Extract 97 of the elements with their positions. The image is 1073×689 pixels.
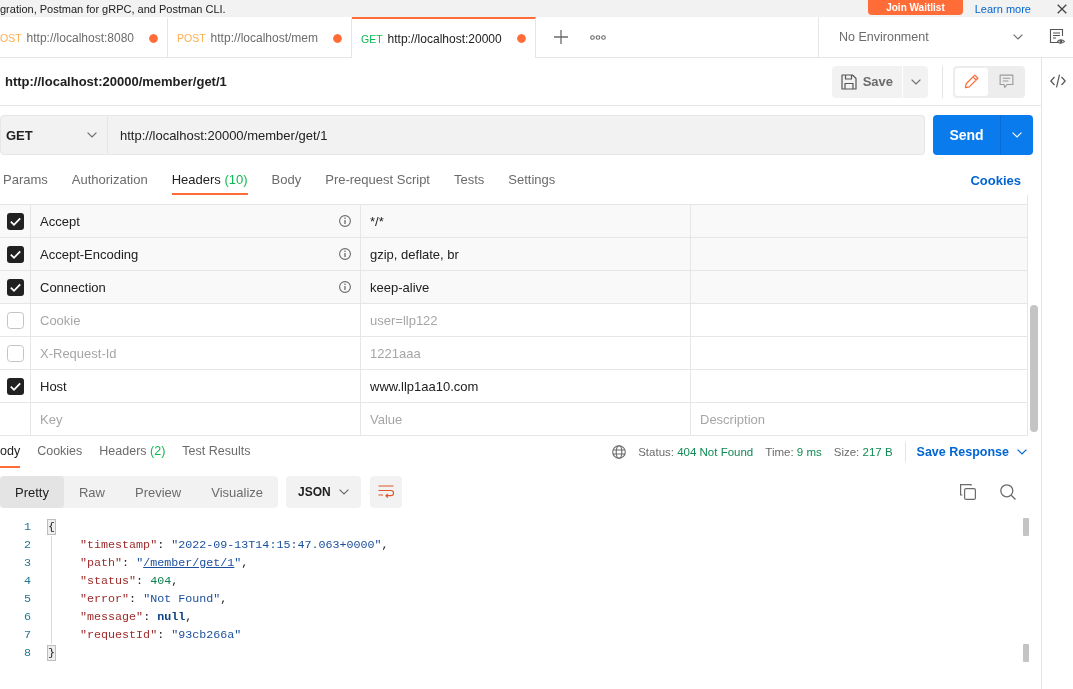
header-key: X-Request-Id (40, 345, 117, 361)
tab-url: http://localhost:20000 (387, 31, 502, 46)
line-number: 1 (23, 519, 31, 536)
request-tab[interactable]: GET http://localhost:20000 (352, 17, 536, 58)
url-field[interactable]: http://localhost:20000/member/get/1 (108, 115, 925, 155)
request-section-tab[interactable]: Tests (454, 165, 485, 195)
close-icon[interactable] (1057, 3, 1067, 14)
view-mode-tab[interactable]: Raw (63, 476, 120, 508)
header-value: www.llp1aa10.com (370, 378, 479, 394)
checkbox[interactable] (6, 278, 24, 296)
code-line: "status": 404, (80, 573, 179, 590)
request-section-tab[interactable]: Body (271, 165, 302, 195)
view-mode-tab[interactable]: Preview (120, 476, 197, 508)
header-key: Host (40, 378, 67, 394)
request-title: http://localhost:20000/member/get/1 (5, 74, 227, 89)
method-dropdown[interactable]: GET (0, 115, 108, 155)
code-line: "error": "Not Found", (80, 591, 228, 608)
code-line: "path": "/member/get/1", (80, 555, 249, 572)
more-icon[interactable] (589, 34, 606, 40)
code-line: "message": null, (80, 609, 193, 626)
learn-more-link[interactable]: Learn more (974, 2, 1031, 15)
time-text: Time: 9 ms (765, 446, 822, 458)
view-mode-tab[interactable]: Pretty (0, 476, 64, 508)
size-text: Size: 217 B (833, 446, 893, 458)
response-tab[interactable]: Headers (2) (99, 436, 166, 468)
save-response-button[interactable]: Save Response (916, 436, 1027, 468)
header-value: */* (370, 213, 384, 229)
chevron-down-icon (1017, 449, 1027, 455)
description-field[interactable]: Description (691, 403, 1027, 435)
line-number: 7 (23, 627, 31, 644)
chevron-down-icon (87, 132, 97, 138)
chevron-down-icon (339, 489, 350, 495)
response-tab[interactable]: Cookies (37, 436, 83, 468)
chevron-down-icon (1012, 132, 1022, 138)
wrap-lines-icon (378, 485, 395, 499)
save-button[interactable]: Save (831, 65, 902, 98)
scrollbar-thumb[interactable] (1023, 518, 1029, 536)
value-field[interactable]: Value (361, 403, 690, 435)
tab-url: http://localhost/mem (210, 31, 318, 45)
checkbox[interactable] (6, 377, 24, 395)
info-icon[interactable] (339, 281, 351, 293)
header-value: gzip, deflate, br (370, 246, 459, 262)
checkbox[interactable] (6, 311, 24, 329)
chevron-down-icon (1013, 34, 1023, 40)
request-section-tab[interactable]: Settings (508, 165, 556, 195)
method-label: GET (361, 32, 383, 45)
code-icon[interactable] (1049, 74, 1066, 88)
code-line: "timestamp": "2022-09-13T14:15:47.063+0000", (80, 537, 389, 554)
checkbox[interactable] (6, 212, 24, 230)
request-section-tab[interactable]: Params (3, 165, 48, 195)
request-tab[interactable]: OST http://localhost:8080 (0, 17, 168, 57)
scrollbar-thumb[interactable] (1023, 644, 1029, 662)
line-number: 5 (23, 591, 31, 608)
method-label: OST (0, 32, 22, 44)
scrollbar-thumb[interactable] (1030, 305, 1038, 432)
banner-text: gration, Postman for gRPC, and Postman CLI. (0, 2, 227, 15)
header-key: Cookie (40, 312, 81, 328)
code-line: "requestId": "93cb266a" (80, 627, 242, 644)
tab-url: http://localhost:8080 (26, 31, 134, 45)
header-value: user=llp122 (370, 312, 438, 328)
checkbox[interactable] (6, 245, 24, 263)
response-tab[interactable]: Test Results (182, 436, 251, 468)
copy-icon[interactable] (960, 484, 976, 500)
request-section-tab[interactable]: Authorization (71, 165, 148, 195)
info-icon[interactable] (339, 248, 351, 260)
document-eye-icon[interactable] (1049, 29, 1065, 45)
chevron-down-icon (910, 78, 921, 85)
globe-icon[interactable] (612, 445, 627, 459)
send-button[interactable]: Send (933, 115, 1000, 155)
header-key: Accept (40, 213, 80, 229)
line-number: 8 (23, 645, 31, 662)
path-link[interactable]: /member/get/1 (143, 556, 235, 570)
line-number: 2 (23, 537, 31, 554)
status-text: Status: 404 Not Found (638, 446, 754, 458)
edit-mode-button[interactable] (955, 67, 988, 96)
format-dropdown[interactable]: JSON (286, 476, 362, 508)
view-mode-tab[interactable]: Visualize (196, 476, 279, 508)
pencil-icon (964, 74, 979, 89)
header-key: Accept-Encoding (40, 246, 139, 262)
response-tab[interactable]: ody (0, 436, 21, 468)
request-section-tab[interactable]: Pre-request Script (325, 165, 430, 195)
search-icon[interactable] (1000, 484, 1016, 500)
plus-icon[interactable] (553, 30, 568, 44)
header-value: 1221aaa (370, 345, 421, 361)
wrap-lines-button[interactable] (370, 476, 403, 508)
info-icon[interactable] (339, 215, 351, 227)
method-label: POST (177, 32, 206, 44)
header-value: keep-alive (370, 279, 430, 295)
line-number: 3 (23, 555, 31, 572)
header-key: Connection (40, 279, 106, 295)
cookies-link[interactable]: Cookies (970, 172, 1021, 188)
line-number: 6 (23, 609, 31, 626)
line-number: 4 (23, 573, 31, 590)
key-field[interactable]: Key (31, 403, 360, 435)
request-section-tab[interactable]: Headers (10) (171, 165, 248, 195)
speech-bubble-icon (999, 74, 1014, 89)
checkbox[interactable] (6, 344, 24, 362)
